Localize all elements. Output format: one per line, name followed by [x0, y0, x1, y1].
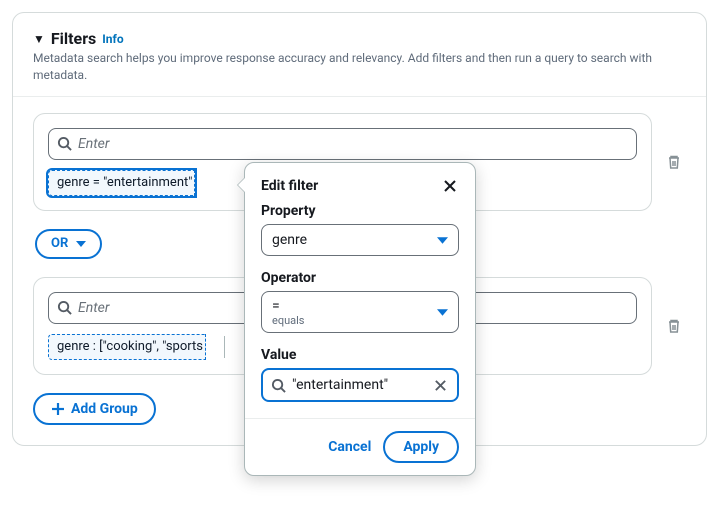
value-input[interactable]: "entertainment"	[261, 368, 459, 402]
chip-label: genre : ["cooking", "sports	[57, 339, 203, 354]
add-group-label: Add Group	[71, 401, 138, 417]
plus-icon	[51, 402, 65, 416]
popover-body: Edit filter Property genre Operator = eq…	[245, 163, 475, 418]
clear-value-button[interactable]	[432, 377, 449, 394]
chip-label: genre = "entertainment"	[57, 175, 192, 190]
or-connector-button[interactable]: OR	[35, 229, 102, 259]
delete-group-button[interactable]	[662, 150, 686, 174]
search-placeholder: Enter	[78, 136, 628, 152]
trash-icon	[666, 154, 682, 170]
property-label: Property	[261, 203, 459, 219]
apply-button[interactable]: Apply	[383, 431, 459, 463]
value-text: "entertainment"	[292, 377, 426, 393]
filter-chip[interactable]: genre = "entertainment"	[48, 170, 195, 196]
operator-label: Operator	[261, 270, 459, 286]
close-icon	[443, 179, 457, 193]
close-button[interactable]	[441, 177, 459, 195]
delete-group-button[interactable]	[662, 314, 686, 338]
caret-down-icon	[76, 239, 86, 249]
edit-filter-popover: Edit filter Property genre Operator = eq…	[244, 162, 476, 476]
popover-header: Edit filter	[261, 177, 459, 195]
chip-separator	[224, 336, 225, 358]
or-label: OR	[51, 236, 68, 251]
filter-search-input[interactable]: Enter	[48, 128, 637, 160]
popover-footer: Cancel Apply	[245, 418, 475, 475]
caret-down-icon	[437, 235, 448, 246]
search-icon	[271, 378, 286, 393]
collapse-caret-icon[interactable]: ▼	[33, 32, 45, 46]
operator-symbol: =	[272, 298, 304, 314]
add-group-button[interactable]: Add Group	[33, 393, 156, 425]
operator-stack: = equals	[272, 298, 304, 326]
operator-select[interactable]: = equals	[261, 291, 459, 333]
caret-down-icon	[437, 307, 448, 318]
property-value: genre	[272, 232, 307, 248]
popover-arrow	[237, 177, 245, 193]
cancel-button[interactable]: Cancel	[328, 439, 371, 455]
divider	[13, 96, 706, 97]
filter-chip[interactable]: genre : ["cooking", "sports	[48, 334, 206, 360]
info-link[interactable]: Info	[102, 32, 123, 46]
panel-title: Filters	[51, 29, 96, 48]
trash-icon	[666, 318, 682, 334]
property-select[interactable]: genre	[261, 224, 459, 256]
panel-description: Metadata search helps you improve respon…	[33, 50, 686, 84]
value-label: Value	[261, 347, 459, 363]
popover-title: Edit filter	[261, 178, 318, 194]
close-icon	[434, 379, 447, 392]
search-icon	[57, 300, 72, 315]
search-icon	[57, 136, 72, 151]
operator-name: equals	[272, 315, 304, 326]
panel-header: ▼ Filters Info	[33, 29, 686, 48]
